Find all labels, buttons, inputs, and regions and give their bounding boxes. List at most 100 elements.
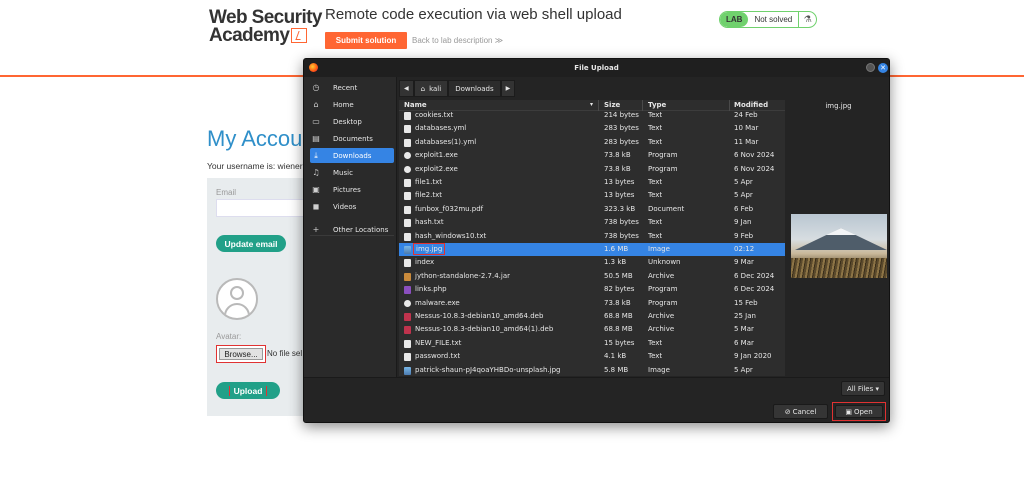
text-file-icon — [404, 259, 411, 268]
file-type: Archive — [648, 271, 675, 280]
desktop-icon: ▭ — [312, 117, 320, 126]
username-text: Your username is: wiener — [207, 161, 303, 171]
home-icon: ⌂ — [313, 100, 319, 109]
file-type: Text — [648, 191, 663, 200]
sidebar-item-downloads[interactable]: ⤓ Downloads — [310, 148, 394, 163]
file-type: Text — [648, 231, 663, 240]
sidebar-item-recent[interactable]: ◷ Recent — [310, 80, 394, 95]
file-row[interactable]: patrick-shaun-pJ4qoaYHBDo-unsplash.jpg 5.… — [399, 364, 785, 376]
file-modified: 5 Mar — [734, 325, 754, 334]
submit-solution-button[interactable]: Submit solution — [325, 32, 407, 49]
file-row[interactable]: file2.txt 13 bytes Text 5 Apr — [399, 189, 785, 202]
file-row[interactable]: hash.txt 738 bytes Text 9 Jan — [399, 216, 785, 229]
sort-descending-icon: ▾ — [590, 101, 594, 108]
file-type: Document — [648, 204, 685, 213]
sidebar-item-music[interactable]: ♫ Music — [310, 165, 394, 180]
file-modified: 5 Apr — [734, 178, 753, 186]
file-row[interactable]: cookies.txt 214 bytes Text 24 Feb — [399, 109, 785, 122]
file-size: 13 bytes — [604, 178, 635, 186]
update-email-button[interactable]: Update email — [216, 235, 286, 252]
file-row[interactable]: databases(1).yml 283 bytes Text 11 Mar — [399, 136, 785, 149]
file-row[interactable]: exploit2.exe 73.8 kB Program 6 Nov 2024 — [399, 163, 785, 176]
text-file-icon — [404, 205, 411, 214]
file-row[interactable]: malware.exe 73.8 kB Program 15 Feb — [399, 297, 785, 310]
file-filter-dropdown[interactable]: All Files ▾ — [841, 381, 885, 396]
text-file-icon — [404, 138, 411, 147]
file-type: Text — [648, 352, 663, 361]
file-modified: 9 Feb — [734, 231, 754, 240]
file-row[interactable]: hash_windows10.txt 738 bytes Text 9 Feb — [399, 230, 785, 243]
column-name[interactable]: Name — [404, 101, 427, 109]
upload-button[interactable]: Upload — [216, 382, 280, 399]
documents-icon: ▤ — [312, 134, 320, 143]
file-name: hash_windows10.txt — [415, 231, 487, 240]
sidebar-item-pictures[interactable]: ▣ Pictures — [310, 182, 394, 197]
path-back-button[interactable]: ◀ — [399, 80, 414, 97]
file-name: file2.txt — [415, 191, 442, 200]
file-modified: 25 Jan — [734, 312, 756, 320]
path-forward-button[interactable]: ▶ — [500, 80, 516, 97]
minimize-icon[interactable] — [866, 63, 875, 72]
email-field[interactable] — [216, 199, 316, 217]
sidebar-item-label: Desktop — [333, 117, 362, 126]
file-name: hash.txt — [415, 218, 444, 227]
file-row[interactable]: funbox_f032mu.pdf 323.3 kB Document 6 Feb — [399, 203, 785, 216]
email-label: Email — [216, 188, 237, 197]
file-row[interactable]: NEW_FILE.txt 15 bytes Text 6 Mar — [399, 337, 785, 350]
file-size: 738 bytes — [604, 231, 639, 240]
column-type[interactable]: Type — [648, 101, 666, 109]
file-row[interactable]: file1.txt 13 bytes Text 5 Apr — [399, 176, 785, 189]
file-row[interactable]: password.txt 4.1 kB Text 9 Jan 2020 — [399, 350, 785, 363]
sidebar-item-home[interactable]: ⌂ Home — [310, 97, 394, 112]
logo-line2: Academy — [209, 25, 290, 46]
file-modified: 6 Nov 2024 — [734, 164, 775, 173]
file-size: 738 bytes — [604, 218, 639, 227]
file-row[interactable]: Nessus-10.8.3-debian10_amd64.deb 68.8 MB A… — [399, 310, 785, 323]
close-icon[interactable]: ✕ — [878, 63, 888, 73]
open-icon: ▣ — [845, 407, 852, 416]
path-home-button[interactable]: ⌂ kali — [413, 80, 449, 97]
file-size: 4.1 kB — [604, 352, 627, 361]
path-current-button[interactable]: Downloads — [448, 80, 501, 97]
column-modified[interactable]: Modified — [734, 101, 768, 109]
preview-title: img.jpg — [825, 102, 852, 110]
file-modified: 6 Feb — [734, 204, 754, 213]
file-name: file1.txt — [415, 178, 442, 186]
music-icon: ♫ — [312, 168, 320, 177]
flask-icon: ⚗ — [798, 12, 816, 27]
file-name: Nessus-10.8.3-debian10_amd64.deb — [415, 312, 544, 320]
file-row[interactable]: Nessus-10.8.3-debian10_amd64(1).deb 68.8 … — [399, 323, 785, 336]
logo-mark-icon — [291, 28, 308, 43]
file-row[interactable]: exploit1.exe 73.8 kB Program 6 Nov 2024 — [399, 149, 785, 162]
file-type: Program — [648, 164, 678, 173]
file-row[interactable]: img.jpg 1.6 MB Image 02:12 — [399, 243, 785, 257]
sidebar-item-documents[interactable]: ▤ Documents — [310, 131, 394, 146]
sidebar-item-videos[interactable]: ◼ Videos — [310, 199, 394, 214]
file-modified: 6 Nov 2024 — [734, 151, 775, 160]
file-size: 283 bytes — [604, 137, 639, 146]
file-modified: 15 Feb — [734, 298, 758, 307]
academy-logo[interactable]: Web Security Academy — [209, 8, 322, 46]
other-locations-icon: + — [312, 225, 320, 234]
page-title: My Accou — [207, 126, 303, 151]
cancel-button[interactable]: ⊘ Cancel — [773, 404, 828, 419]
open-button-inner: ▣ Open — [835, 405, 883, 418]
file-size: 283 bytes — [604, 124, 639, 133]
file-row[interactable]: databases.yml 283 bytes Text 10 Mar — [399, 122, 785, 135]
browse-button[interactable]: Browse... — [216, 345, 266, 363]
lab-tag: LAB — [720, 12, 749, 27]
arch-file-icon — [404, 272, 411, 281]
file-row[interactable]: jython-standalone-2.7.4.jar 50.5 MB Archiv… — [399, 270, 785, 283]
dialog-titlebar[interactable]: File Upload ✕ — [304, 59, 889, 77]
file-row[interactable]: links.php 82 bytes Program 6 Dec 2024 — [399, 283, 785, 296]
column-size[interactable]: Size — [604, 101, 620, 109]
sidebar-item-label: Downloads — [333, 151, 372, 160]
file-row[interactable]: index 1.3 kB Unknown 9 Mar — [399, 256, 785, 269]
file-modified: 24 Feb — [734, 111, 758, 119]
file-list[interactable]: Name ▾ Size Type Modified cookies.txt 214… — [399, 100, 785, 376]
file-size: 214 bytes — [604, 111, 639, 119]
back-to-lab-link[interactable]: Back to lab description ≫ — [412, 36, 503, 45]
open-button[interactable]: ▣ Open — [832, 402, 886, 421]
file-name: patrick-shaun-pJ4qoaYHBDo-unsplash.jpg — [415, 365, 561, 374]
sidebar-item-desktop[interactable]: ▭ Desktop — [310, 114, 394, 129]
